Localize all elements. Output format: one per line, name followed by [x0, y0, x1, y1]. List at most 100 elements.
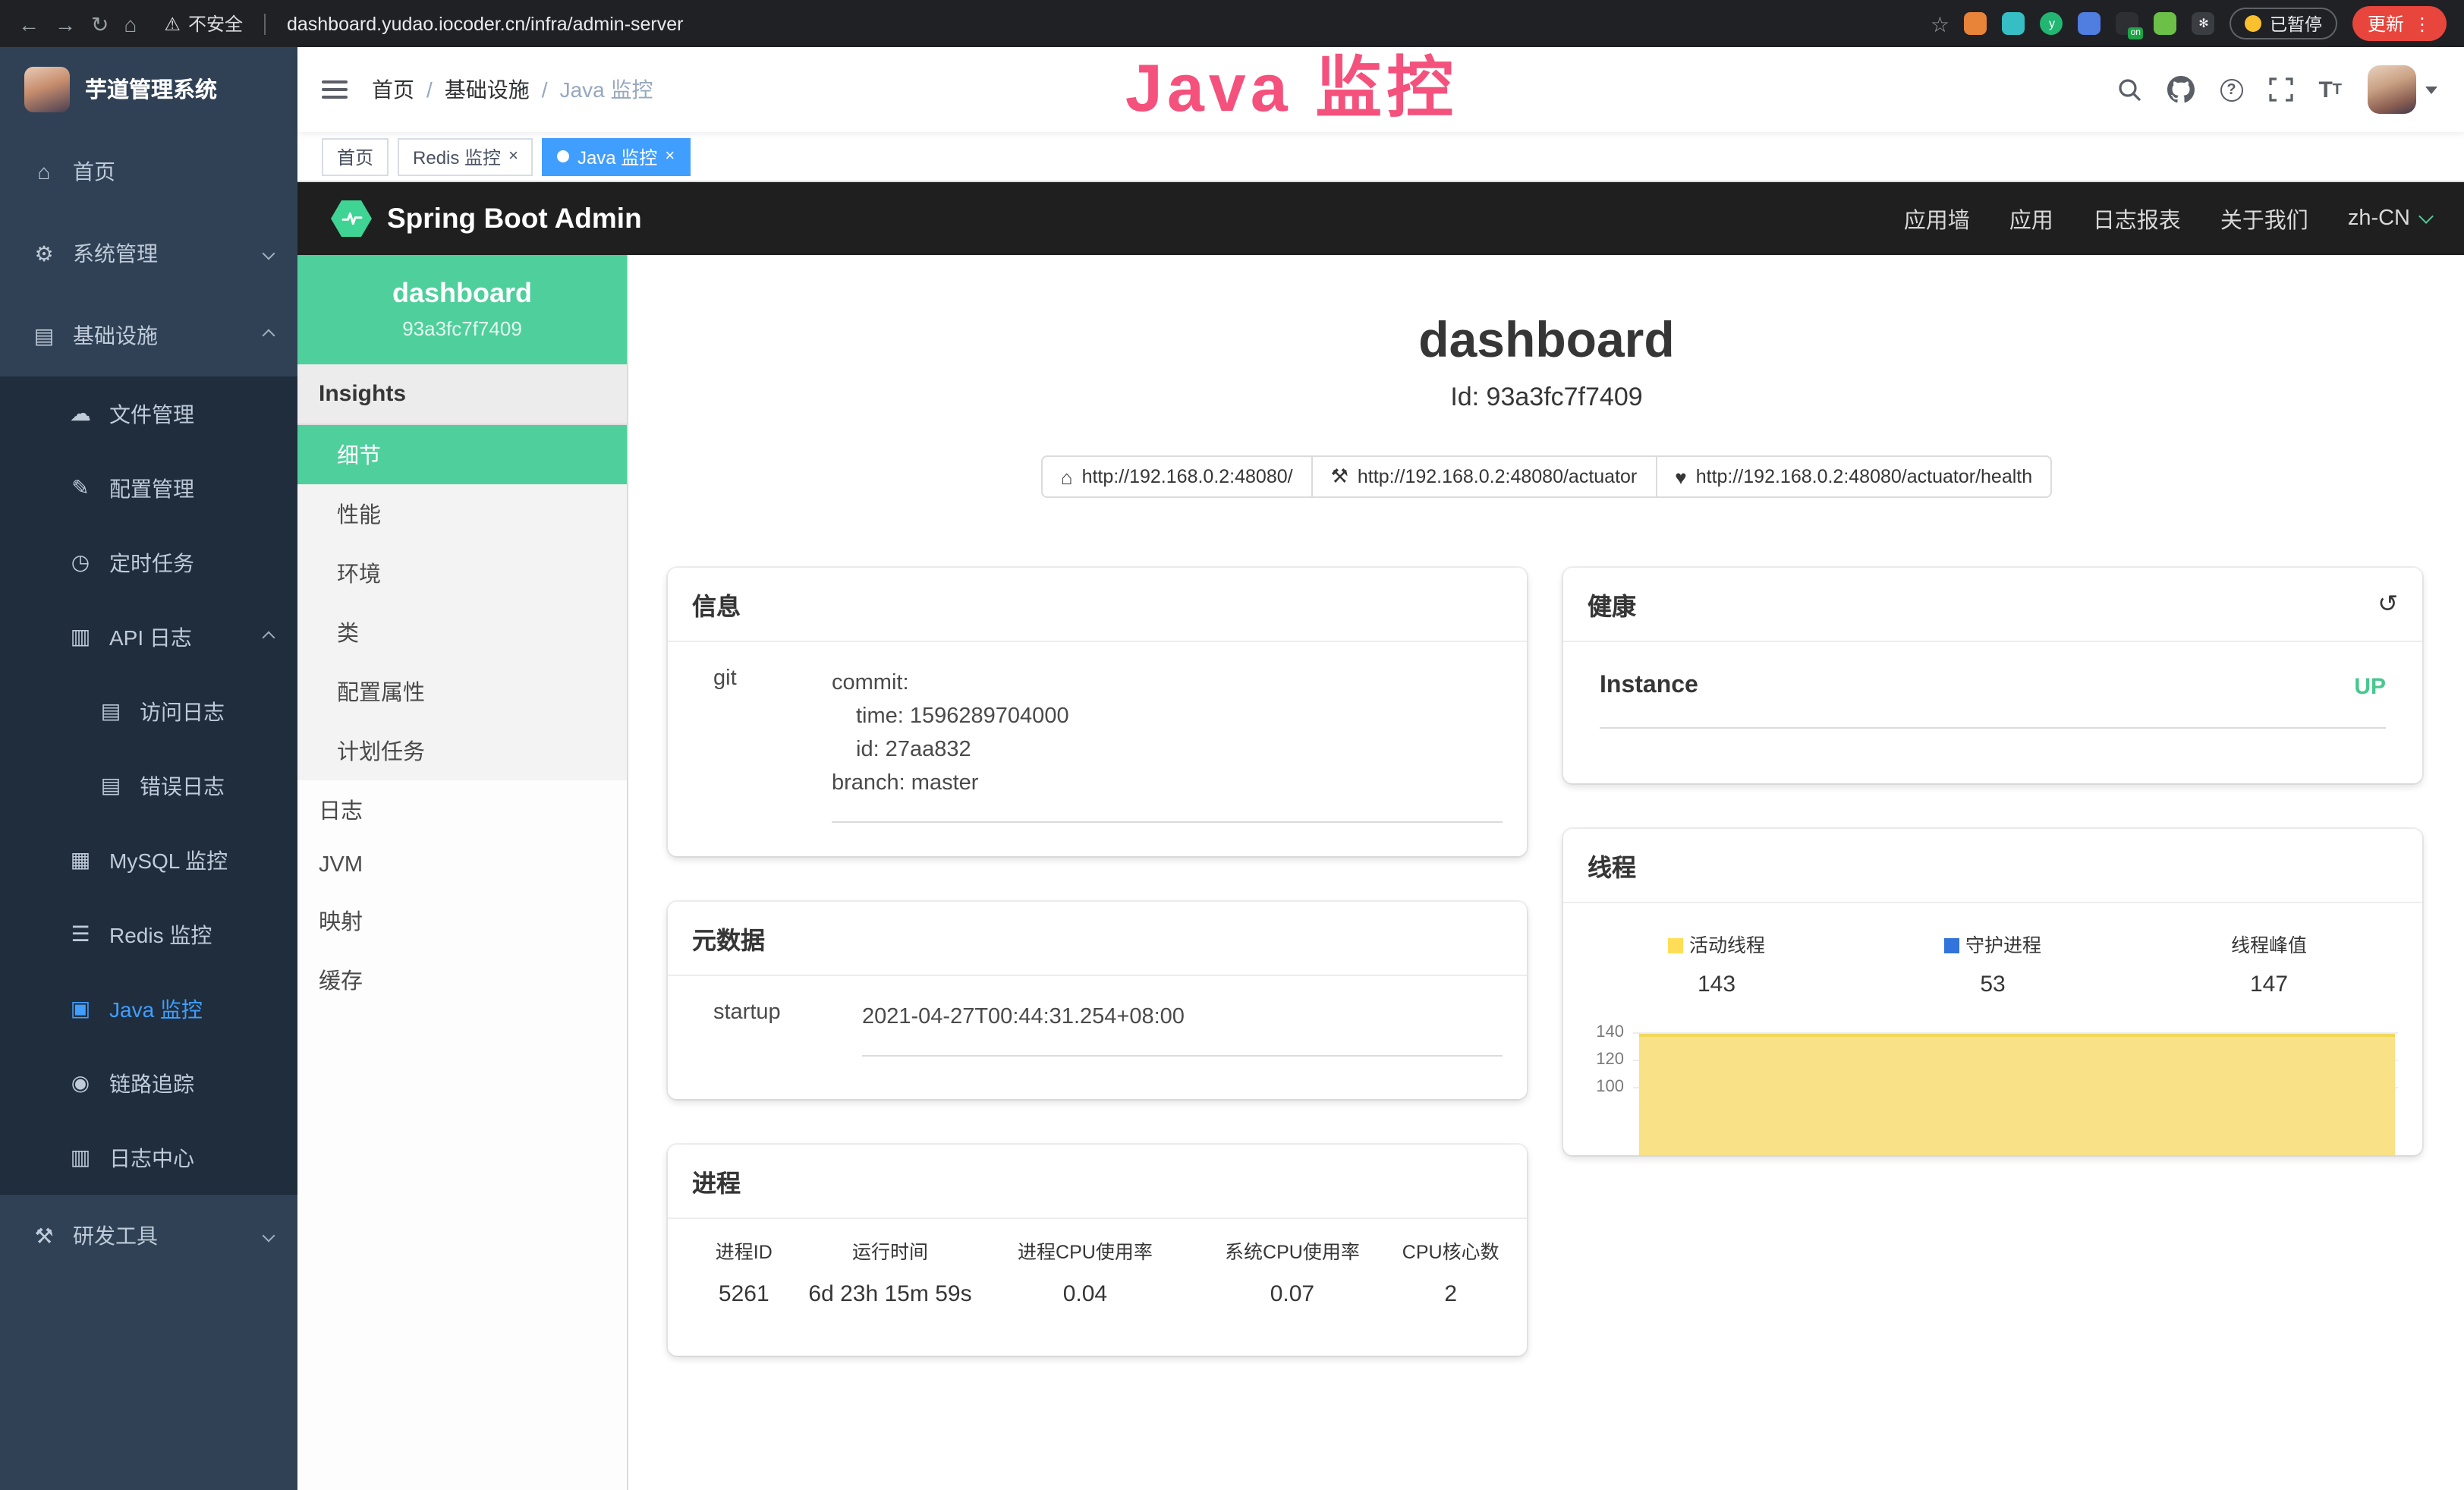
extension-icon[interactable] — [2154, 12, 2177, 35]
active-threads-area — [1639, 1034, 2395, 1155]
close-icon[interactable]: × — [665, 148, 675, 165]
sba-item-environment[interactable]: 环境 — [297, 543, 627, 603]
app-sidebar: 芋道管理系统 ⌂ 首页 ⚙ 系统管理 ▤ 基础设施 ☁ 文件管理 ✎ — [0, 47, 297, 1490]
browser-toolbar: ← → ↻ ⌂ ⚠ 不安全 dashboard.yudao.iocoder.cn… — [0, 0, 2464, 47]
process-col-value: 2 — [1444, 1280, 1457, 1310]
sidebar-item-config-manage[interactable]: ✎ 配置管理 — [0, 451, 297, 525]
trace-icon: ◉ — [67, 1070, 94, 1096]
info-row-git: git commit: time: 1596289704000 id: 27aa… — [692, 666, 1503, 823]
github-icon[interactable] — [2167, 76, 2194, 103]
sba-item-scheduledtasks[interactable]: 计划任务 — [297, 721, 627, 780]
threads-card-title: 线程 — [1588, 847, 1636, 884]
home-icon: ⌂ — [30, 159, 58, 184]
reload-icon[interactable]: ↻ — [91, 13, 109, 34]
instance-name: dashboard — [310, 278, 615, 310]
close-icon[interactable]: × — [508, 148, 518, 165]
history-icon[interactable]: ↺ — [2377, 589, 2398, 619]
sidebar-item-system-manage[interactable]: ⚙ 系统管理 — [0, 213, 297, 295]
scheduled-job-icon: ◷ — [67, 550, 94, 575]
gear-icon: ⚙ — [30, 241, 58, 266]
extension-icon[interactable]: y — [2041, 12, 2063, 35]
sba-item-mappings[interactable]: 映射 — [297, 891, 627, 950]
mysql-monitor-icon: ▦ — [67, 847, 94, 873]
user-menu[interactable] — [2368, 65, 2437, 114]
help-icon[interactable]: ? — [2220, 78, 2242, 101]
sba-item-jvm[interactable]: JVM — [297, 840, 627, 891]
actuator-url-button[interactable]: ⚒ http://192.168.0.2:48080/actuator — [1311, 455, 1657, 498]
sidebar-item-redis-monitor[interactable]: ☰ Redis 监控 — [0, 897, 297, 972]
sidebar-item-trace[interactable]: ◉ 链路追踪 — [0, 1046, 297, 1120]
tab-home[interactable]: 首页 — [322, 137, 389, 175]
status-badge: UP — [2354, 673, 2386, 699]
chevron-up-icon — [263, 631, 275, 644]
breadcrumb-infrastructure[interactable]: 基础设施 — [445, 74, 530, 105]
breadcrumb-home[interactable]: 首页 — [372, 74, 414, 105]
security-indicator[interactable]: ⚠ 不安全 — [164, 11, 243, 36]
redis-monitor-icon: ☰ — [67, 921, 94, 947]
font-size-icon[interactable]: TT — [2318, 77, 2342, 102]
active-dot — [558, 150, 570, 162]
bookmark-star-icon[interactable]: ☆ — [1931, 13, 1949, 34]
sba-nav-journal[interactable]: 日志报表 — [2093, 203, 2181, 235]
sidebar-item-home[interactable]: ⌂ 首页 — [0, 131, 297, 213]
tab-java-monitor[interactable]: Java 监控 × — [543, 137, 690, 175]
sba-item-logs[interactable]: 日志 — [297, 780, 627, 840]
extension-icon[interactable] — [1965, 12, 1987, 35]
fullscreen-icon[interactable] — [2268, 77, 2292, 102]
home-icon: ⌂ — [1061, 465, 1073, 488]
process-col-header: CPU核心数 — [1402, 1240, 1499, 1265]
service-url-button[interactable]: ⌂ http://192.168.0.2:48080/ — [1041, 455, 1313, 498]
sba-brand[interactable]: Spring Boot Admin — [387, 202, 642, 235]
divider — [264, 13, 266, 34]
instance-id: 93a3fc7f7409 — [310, 317, 615, 340]
home-icon[interactable]: ⌂ — [124, 13, 137, 34]
sba-item-details[interactable]: 细节 — [297, 425, 627, 484]
heart-pulse-icon: ♥ — [1675, 465, 1686, 488]
sba-nav-applications[interactable]: 应用 — [2009, 203, 2053, 235]
health-url-button[interactable]: ♥ http://192.168.0.2:48080/actuator/heal… — [1655, 455, 2052, 498]
sidebar-item-dev-tools[interactable]: ⚒ 研发工具 — [0, 1195, 297, 1277]
sba-item-metrics[interactable]: 性能 — [297, 484, 627, 543]
sba-item-caches[interactable]: 缓存 — [297, 950, 627, 1010]
warning-icon: ⚠ — [164, 13, 181, 34]
sba-nav-wallboard[interactable]: 应用墙 — [1904, 203, 1970, 235]
sidebar-item-file-manage[interactable]: ☁ 文件管理 — [0, 376, 297, 451]
process-col-header: 运行时间 — [852, 1240, 928, 1265]
dev-tools-icon: ⚒ — [30, 1223, 58, 1249]
health-row-instance[interactable]: Instance UP — [1600, 673, 2386, 729]
forward-icon[interactable]: → — [55, 13, 76, 34]
sidebar-item-error-log[interactable]: ▤ 错误日志 — [0, 748, 297, 823]
y-tick: 120 — [1578, 1046, 1633, 1073]
insights-section-label: Insights — [297, 364, 627, 425]
sidebar-item-infrastructure[interactable]: ▤ 基础设施 — [0, 295, 297, 376]
extension-icon[interactable] — [2003, 12, 2025, 35]
back-icon[interactable]: ← — [18, 13, 39, 34]
sba-sidebar: dashboard 93a3fc7f7409 Insights 细节 性能 环境… — [297, 255, 628, 1490]
legend-value: 143 — [1698, 970, 1735, 1000]
update-button[interactable]: 更新 ⋮ — [2352, 6, 2447, 41]
sidebar-item-api-log[interactable]: ▥ API 日志 — [0, 600, 297, 674]
sba-nav-about[interactable]: 关于我们 — [2220, 203, 2308, 235]
sidebar-item-java-monitor[interactable]: ▣ Java 监控 — [0, 972, 297, 1046]
extension-icon[interactable]: on — [2116, 12, 2139, 35]
sba-item-classes[interactable]: 类 — [297, 603, 627, 662]
sidebar-toggle-icon[interactable] — [322, 80, 348, 99]
sidebar-item-mysql-monitor[interactable]: ▦ MySQL 监控 — [0, 823, 297, 897]
extension-icon[interactable]: ✻ — [2192, 12, 2215, 35]
locale-select[interactable]: zh-CN — [2348, 206, 2431, 231]
sba-item-configprops[interactable]: 配置属性 — [297, 662, 627, 721]
address-bar[interactable]: dashboard.yudao.iocoder.cn/infra/admin-s… — [287, 13, 684, 34]
chevron-down-icon — [263, 1230, 275, 1243]
app-logo[interactable]: 芋道管理系统 — [0, 47, 297, 131]
process-card-title: 进程 — [692, 1163, 741, 1199]
extension-icon[interactable] — [2079, 12, 2101, 35]
sidebar-item-access-log[interactable]: ▤ 访问日志 — [0, 674, 297, 748]
paused-badge[interactable]: 已暂停 — [2230, 8, 2337, 39]
sidebar-item-log-center[interactable]: ▥ 日志中心 — [0, 1120, 297, 1195]
search-icon[interactable] — [2116, 77, 2141, 102]
info-card-title: 信息 — [692, 586, 741, 622]
tab-redis-monitor[interactable]: Redis 监控 × — [398, 137, 533, 175]
instance-header[interactable]: dashboard 93a3fc7f7409 — [297, 255, 627, 364]
smiley-icon — [2245, 15, 2262, 32]
sidebar-item-scheduled-job[interactable]: ◷ 定时任务 — [0, 525, 297, 600]
